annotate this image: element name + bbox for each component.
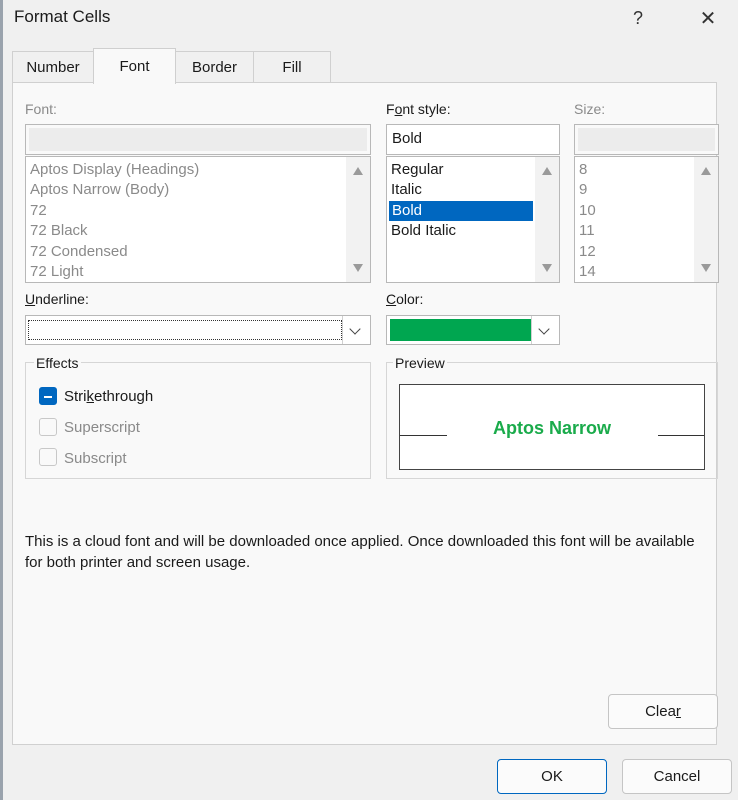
- scroll-down-icon: [542, 264, 552, 272]
- size-input: [574, 124, 719, 155]
- scroll-down-icon: [701, 264, 711, 272]
- chevron-down-icon: [538, 323, 550, 335]
- underline-dropdown-button[interactable]: [342, 316, 370, 344]
- strikethrough-label[interactable]: Strikethrough: [64, 388, 153, 405]
- tab-number[interactable]: Number: [12, 51, 94, 82]
- list-item[interactable]: Bold Italic: [391, 221, 456, 241]
- size-input-value: [578, 128, 715, 151]
- window-edge: [0, 0, 3, 800]
- size-list: 8 9 10 11 12 14: [574, 156, 719, 283]
- color-label: Color:: [386, 291, 424, 307]
- list-item: 11: [579, 222, 595, 239]
- superscript-label[interactable]: Superscript: [64, 419, 140, 436]
- underline-dropdown[interactable]: [25, 315, 371, 345]
- list-item: 8: [579, 161, 588, 178]
- underline-label: Underline:: [25, 291, 89, 307]
- scroll-up-icon: [701, 167, 711, 175]
- preview-label: Preview: [393, 355, 447, 371]
- effects-label: Effects: [34, 355, 81, 371]
- superscript-checkbox[interactable]: [39, 418, 57, 436]
- list-item-selected[interactable]: Bold: [389, 201, 533, 221]
- font-style-list-scrollbar[interactable]: [535, 157, 559, 282]
- subscript-checkbox[interactable]: [39, 448, 57, 466]
- scroll-up-icon: [353, 167, 363, 175]
- strikethrough-checkbox[interactable]: [39, 387, 57, 405]
- underline-value: [28, 320, 342, 340]
- list-item: 14: [579, 263, 596, 280]
- preview-box: Aptos Narrow: [399, 384, 705, 470]
- close-button[interactable]: ✕: [692, 4, 724, 32]
- clear-button-label: Clear: [645, 703, 681, 720]
- list-item: Aptos Display (Headings): [30, 161, 200, 178]
- preview-sample-text: Aptos Narrow: [492, 418, 611, 438]
- tab-fill-label: Fill: [282, 58, 302, 76]
- cloud-font-info: This is a cloud font and will be downloa…: [25, 533, 695, 571]
- list-item: 72 Condensed: [30, 243, 128, 260]
- font-style-list[interactable]: Regular Italic Bold Bold Italic: [386, 156, 560, 283]
- size-list-scrollbar: [694, 157, 718, 282]
- font-input-value: [29, 128, 367, 151]
- close-icon: ✕: [699, 7, 717, 30]
- scroll-up-icon: [542, 167, 552, 175]
- tab-font-label: Font: [119, 58, 150, 75]
- color-swatch: [390, 319, 531, 341]
- font-style-input[interactable]: Bold: [386, 124, 560, 155]
- list-item[interactable]: Regular: [391, 160, 444, 180]
- size-label: Size:: [574, 101, 606, 117]
- list-item: 10: [579, 202, 596, 219]
- list-item: 12: [579, 243, 596, 260]
- font-style-label: Font style:: [386, 101, 451, 117]
- font-list-scrollbar: [346, 157, 370, 282]
- help-icon: ?: [632, 7, 643, 28]
- font-input: [25, 124, 371, 155]
- list-item: 72: [30, 202, 47, 219]
- dialog-title: Format Cells: [14, 7, 111, 26]
- color-dropdown[interactable]: [386, 315, 560, 345]
- ok-button[interactable]: OK: [497, 759, 607, 794]
- list-item: 72 Black: [30, 222, 88, 239]
- list-item[interactable]: Italic: [391, 180, 422, 200]
- font-label: Font:: [25, 101, 57, 117]
- tab-fill[interactable]: Fill: [253, 51, 331, 82]
- tab-border-label: Border: [191, 58, 238, 76]
- subscript-label[interactable]: Subscript: [64, 450, 127, 467]
- scroll-down-icon: [353, 264, 363, 272]
- tab-font[interactable]: Font: [93, 48, 176, 84]
- tab-number-label: Number: [26, 58, 80, 76]
- chevron-down-icon: [349, 323, 361, 335]
- list-item: 72 Light: [30, 263, 84, 280]
- list-item: 9: [579, 181, 588, 198]
- color-dropdown-button[interactable]: [531, 316, 559, 344]
- font-list: Aptos Display (Headings) Aptos Narrow (B…: [25, 156, 371, 283]
- help-button[interactable]: ?: [622, 4, 654, 32]
- clear-button[interactable]: Clear: [608, 694, 718, 729]
- cancel-button[interactable]: Cancel: [622, 759, 732, 794]
- tab-border[interactable]: Border: [175, 51, 254, 82]
- list-item: Aptos Narrow (Body): [30, 181, 170, 198]
